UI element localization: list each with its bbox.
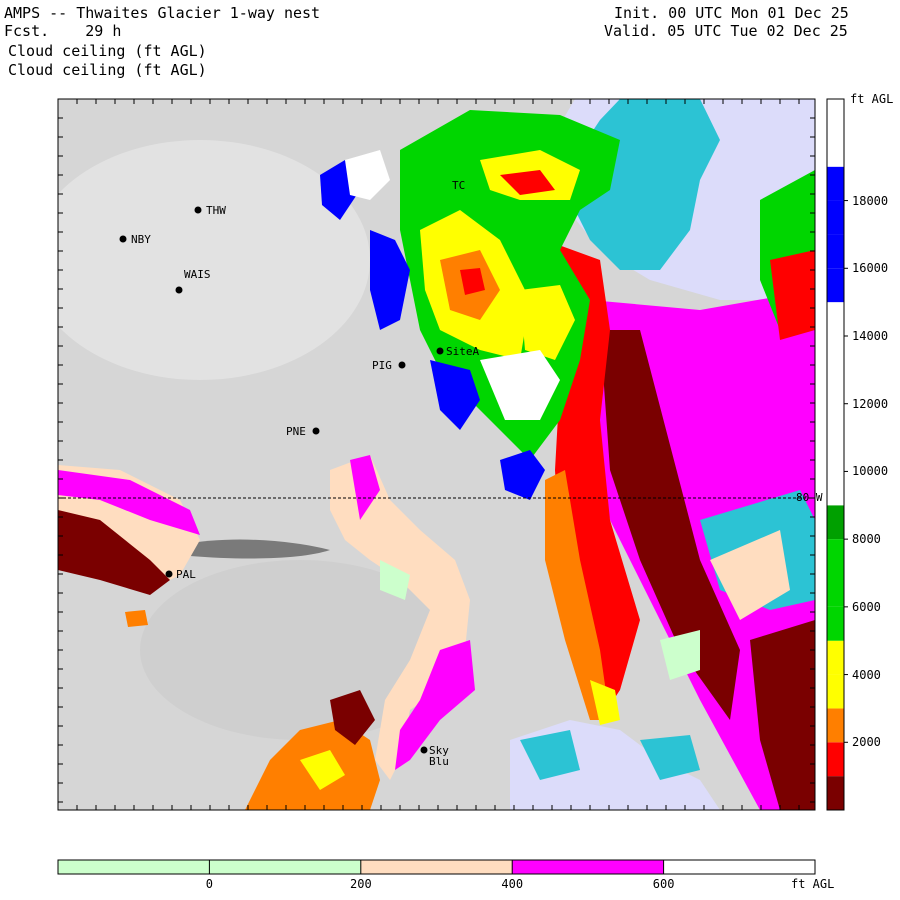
vertical-colorbar-bin (827, 234, 844, 269)
station-dot-pne (312, 427, 320, 435)
vertical-colorbar-tick-label: 8000 (852, 532, 881, 547)
vertical-colorbar-bin (827, 742, 844, 777)
horizontal-colorbar-bin (209, 860, 361, 874)
vertical-colorbar-bin (827, 471, 844, 506)
ceiling-map (57, 98, 848, 875)
latitude-label: 80 W (796, 491, 823, 504)
station-label-pne: PNE (286, 425, 306, 438)
station-dot-pig (398, 361, 406, 369)
vertical-colorbar-bin (827, 640, 844, 675)
station-label-blu: Blu (429, 755, 449, 768)
horizontal-colorbar-bin (360, 860, 513, 874)
vertical-colorbar-bin (827, 505, 844, 540)
vertical-colorbar-bin (827, 200, 844, 235)
terrain-plateau (58, 140, 370, 380)
station-dot-sitea (436, 347, 444, 355)
vertical-colorbar-bin (827, 99, 844, 133)
vertical-colorbar-bin (827, 539, 844, 573)
horizontal-colorbar-bin (58, 860, 210, 874)
vertical-colorbar-bin (827, 132, 844, 167)
map-field (58, 99, 815, 810)
vertical-colorbar-bin (827, 674, 844, 709)
vertical-colorbar-bin (827, 166, 844, 201)
vertical-colorbar-tick-label: 4000 (852, 667, 881, 682)
orange-small-west (125, 610, 148, 627)
station-dot-thw (194, 206, 202, 214)
vertical-colorbar-bin (827, 606, 844, 641)
vertical-colorbar-tick-label: 2000 (852, 735, 881, 750)
horizontal-colorbar-bin (663, 860, 815, 874)
vertical-colorbar-bin (827, 776, 844, 810)
station-label-sitea: SiteA (446, 345, 480, 358)
vertical-colorbar-tick-label: 12000 (852, 396, 889, 411)
horizontal-colorbar-tick-label: 200 (350, 877, 372, 891)
horizontal-colorbar (58, 860, 815, 874)
station-label-pal: PAL (176, 568, 196, 581)
vertical-colorbar-bin (827, 369, 844, 404)
vertical-colorbar (827, 99, 848, 810)
vertical-colorbar-bin (827, 573, 844, 607)
station-label-pig: PIG (372, 359, 392, 372)
vertical-colorbar-bin (827, 302, 844, 336)
station-label-wais: WAIS (184, 268, 211, 281)
vertical-colorbar-bin (827, 403, 844, 438)
horizontal-colorbar-tick-label: 400 (501, 877, 524, 891)
station-dot-wais (175, 286, 183, 294)
vertical-colorbar-bin (827, 268, 844, 303)
vertical-colorbar-tick-label: 10000 (852, 464, 889, 479)
vertical-colorbar-unit: ft AGL (850, 92, 894, 106)
station-label-thw: THW (206, 204, 226, 217)
vertical-colorbar-bin (827, 708, 844, 743)
vertical-colorbar-tick-label: 16000 (852, 261, 889, 276)
station-dot-sky (420, 746, 428, 754)
station-label-tc: TC (452, 179, 466, 192)
station-label-nby: NBY (131, 233, 151, 246)
horizontal-colorbar-tick-label: 600 (652, 877, 675, 891)
vertical-colorbar-tick-label: 18000 (852, 193, 889, 208)
station-dot-nby (119, 235, 127, 243)
horizontal-colorbar-unit: ft AGL (791, 877, 835, 891)
station-dot-pal (165, 570, 173, 578)
vertical-colorbar-tick-label: 6000 (852, 599, 881, 614)
vertical-colorbar-bin (827, 336, 844, 370)
vertical-colorbar-tick-label: 14000 (852, 329, 889, 343)
horizontal-colorbar-tick-label: 0 (205, 877, 214, 891)
horizontal-colorbar-bin (512, 860, 664, 874)
vertical-colorbar-bin (827, 437, 844, 472)
